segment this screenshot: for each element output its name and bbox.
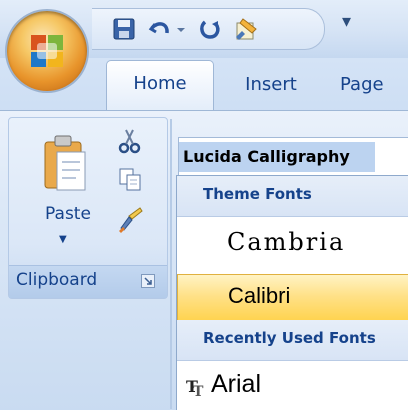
font-option-arial[interactable]: T T Arial bbox=[177, 364, 408, 410]
redo-icon[interactable] bbox=[196, 15, 224, 43]
theme-fonts-header-label: Theme Fonts bbox=[203, 185, 312, 203]
quick-access-toolbar bbox=[92, 8, 325, 50]
tab-insert[interactable]: Insert bbox=[226, 62, 316, 108]
tab-page-layout[interactable]: Page bbox=[340, 62, 408, 108]
svg-text:T: T bbox=[193, 384, 204, 398]
paste-icon bbox=[44, 135, 86, 191]
recent-fonts-header: Recently Used Fonts bbox=[177, 320, 408, 361]
paste-label: Paste bbox=[45, 204, 91, 224]
undo-icon[interactable] bbox=[146, 15, 174, 43]
save-icon[interactable] bbox=[110, 15, 138, 43]
undo-dropdown-icon[interactable] bbox=[174, 15, 188, 43]
cut-icon[interactable] bbox=[115, 126, 145, 156]
paste-dropdown-icon[interactable]: ▼ bbox=[59, 234, 67, 245]
clipboard-group: Paste ▼ Clipboard bbox=[8, 117, 168, 299]
dialog-launcher-icon[interactable] bbox=[141, 274, 155, 288]
clipboard-group-label: Clipboard bbox=[16, 270, 98, 290]
font-option-label: Calibri bbox=[228, 283, 291, 308]
truetype-icon: T T bbox=[186, 377, 204, 398]
copy-icon[interactable] bbox=[115, 164, 145, 194]
font-option-label: Cambria bbox=[227, 228, 346, 256]
office-window: ▾ Home Insert Page Paste ▼ Clipboard Luc… bbox=[0, 0, 408, 410]
font-dropdown-list: Theme Fonts Cambria Calibri Recently Use… bbox=[176, 175, 408, 410]
font-option-label: Arial bbox=[211, 370, 262, 398]
customize-icon[interactable]: ▾ bbox=[342, 10, 356, 34]
recent-fonts-header-label: Recently Used Fonts bbox=[203, 329, 376, 347]
font-name-combobox[interactable]: Lucida Calligraphy bbox=[178, 137, 408, 177]
office-logo-icon bbox=[31, 35, 63, 67]
font-option-cambria[interactable]: Cambria bbox=[177, 222, 408, 268]
office-button[interactable] bbox=[7, 11, 87, 91]
group-divider bbox=[170, 119, 172, 409]
paste-button[interactable]: Paste ▼ bbox=[29, 132, 99, 252]
font-name-input[interactable]: Lucida Calligraphy bbox=[183, 141, 350, 173]
tab-home[interactable]: Home bbox=[106, 60, 214, 111]
theme-fonts-header: Theme Fonts bbox=[177, 176, 408, 217]
clipboard-group-footer: Clipboard bbox=[9, 265, 167, 298]
format-painter-icon[interactable] bbox=[115, 204, 145, 234]
paint-icon[interactable] bbox=[232, 15, 260, 43]
font-option-calibri[interactable]: Calibri bbox=[177, 274, 408, 322]
